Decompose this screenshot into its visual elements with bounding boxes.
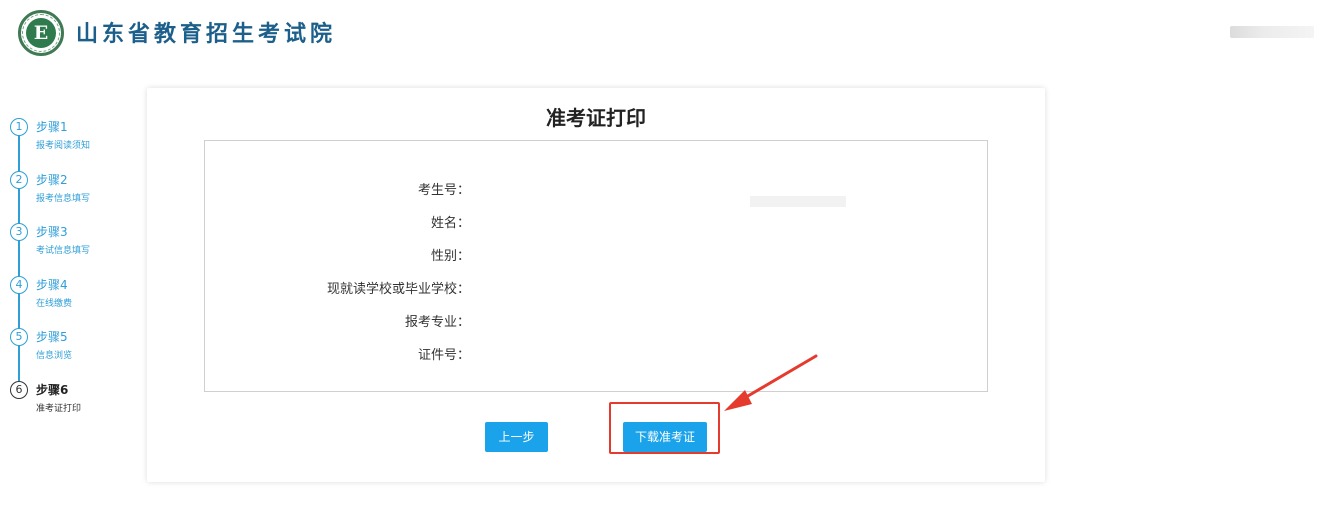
- annotation-arrow-icon: [724, 354, 818, 411]
